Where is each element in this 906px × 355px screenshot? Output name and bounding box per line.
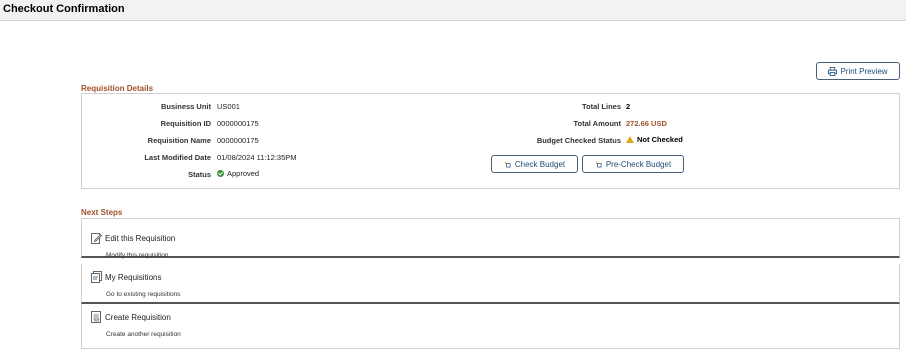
budget-checked-status-value: Not Checked <box>626 135 683 144</box>
edit-document-icon <box>91 233 102 244</box>
print-preview-label: Print Preview <box>840 66 888 76</box>
next-step-my-requisitions[interactable]: My Requisitions Go to existing requisiti… <box>81 264 900 304</box>
last-modified-date-value: 01/08/2024 11:12:35PM <box>217 153 297 162</box>
step-title: My Requisitions <box>105 273 162 282</box>
budget-check-icon <box>504 160 511 168</box>
step-title: Create Requisition <box>105 313 171 322</box>
total-lines-value: 2 <box>626 102 631 111</box>
requisition-details-title: Requisition Details <box>81 84 154 93</box>
requisition-id-label: Requisition ID <box>160 119 211 128</box>
status-text: Approved <box>227 169 260 178</box>
pre-check-budget-label: Pre-Check Budget <box>605 159 672 169</box>
requisition-id-value: 0000000175 <box>217 119 259 128</box>
next-step-edit-requisition[interactable]: Edit this Requisition Modify this requis… <box>81 218 900 259</box>
step-title: Edit this Requisition <box>105 234 176 243</box>
print-preview-button[interactable]: Print Preview <box>816 62 900 80</box>
warning-icon <box>626 136 634 143</box>
last-modified-date-label: Last Modified Date <box>144 153 211 162</box>
check-budget-button[interactable]: Check Budget <box>491 155 578 173</box>
status-value: Approved <box>217 169 259 178</box>
budget-checked-status-label: Budget Checked Status <box>536 136 621 145</box>
status-label: Status <box>188 170 211 179</box>
step-description: Modify this requisition <box>106 252 169 259</box>
requisitions-list-icon <box>91 271 102 283</box>
step-description: Create another requisition <box>106 331 181 338</box>
requisition-name-label: Requisition Name <box>147 136 211 145</box>
budget-status-text: Not Checked <box>637 135 683 144</box>
total-lines-label: Total Lines <box>581 102 621 111</box>
next-steps-title: Next Steps <box>81 208 123 217</box>
page-header: Checkout Confirmation <box>0 0 906 21</box>
business-unit-label: Business Unit <box>160 102 211 111</box>
printer-icon <box>828 66 838 76</box>
step-description: Go to existing requisitions <box>106 291 181 298</box>
total-amount-value: 272.66 USD <box>626 119 667 128</box>
next-step-create-requisition[interactable]: Create Requisition Create another requis… <box>81 304 900 349</box>
page-title: Checkout Confirmation <box>3 3 125 15</box>
business-unit-value: US001 <box>217 102 240 111</box>
total-amount-label: Total Amount <box>573 119 622 128</box>
approved-check-icon <box>217 170 224 177</box>
pre-check-budget-button[interactable]: Pre-Check Budget <box>582 155 684 173</box>
requisition-name-value: 0000000175 <box>217 136 259 145</box>
check-budget-label: Check Budget <box>514 159 566 169</box>
create-requisition-icon <box>91 311 101 323</box>
budget-precheck-icon <box>595 160 602 168</box>
